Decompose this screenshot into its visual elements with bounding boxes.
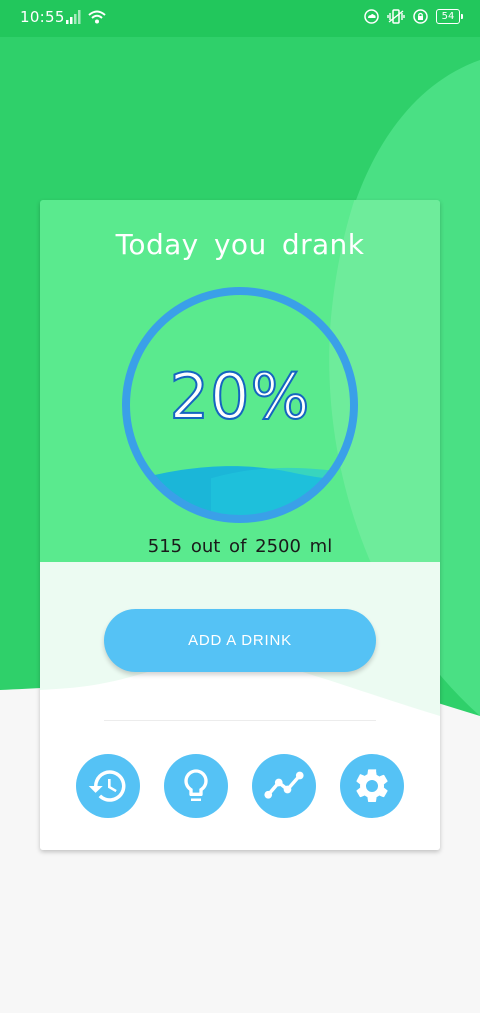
settings-button[interactable] xyxy=(340,754,404,818)
status-right-icons: 54 xyxy=(364,9,463,24)
trend-chart-icon xyxy=(264,771,304,799)
status-time: 10:55 xyxy=(20,8,65,26)
status-bar: 10:55 54 xyxy=(0,0,480,37)
history-button[interactable] xyxy=(76,754,140,818)
gear-icon xyxy=(356,769,388,802)
tips-button[interactable] xyxy=(164,754,228,818)
divider xyxy=(104,720,376,721)
battery-icon: 54 xyxy=(436,9,463,24)
signal-icon xyxy=(66,10,81,24)
lock-icon xyxy=(413,9,428,24)
progress-gauge: 20% xyxy=(121,286,359,524)
amount-text: 515 out of 2500 ml xyxy=(147,536,333,557)
stats-button[interactable] xyxy=(252,754,316,818)
card-title: Today you drank xyxy=(115,228,365,261)
vibrate-icon xyxy=(387,9,405,24)
water-summary-card: Today you drank 20% 515 out of 2500 ml A… xyxy=(40,200,440,850)
cloud-icon xyxy=(364,9,379,24)
add-drink-button[interactable]: ADD A DRINK xyxy=(104,609,376,672)
status-left-icons xyxy=(66,10,106,24)
gauge-percent: 20% xyxy=(169,359,311,434)
history-icon xyxy=(88,770,126,802)
lightbulb-icon xyxy=(184,769,208,801)
wifi-icon xyxy=(88,10,106,24)
